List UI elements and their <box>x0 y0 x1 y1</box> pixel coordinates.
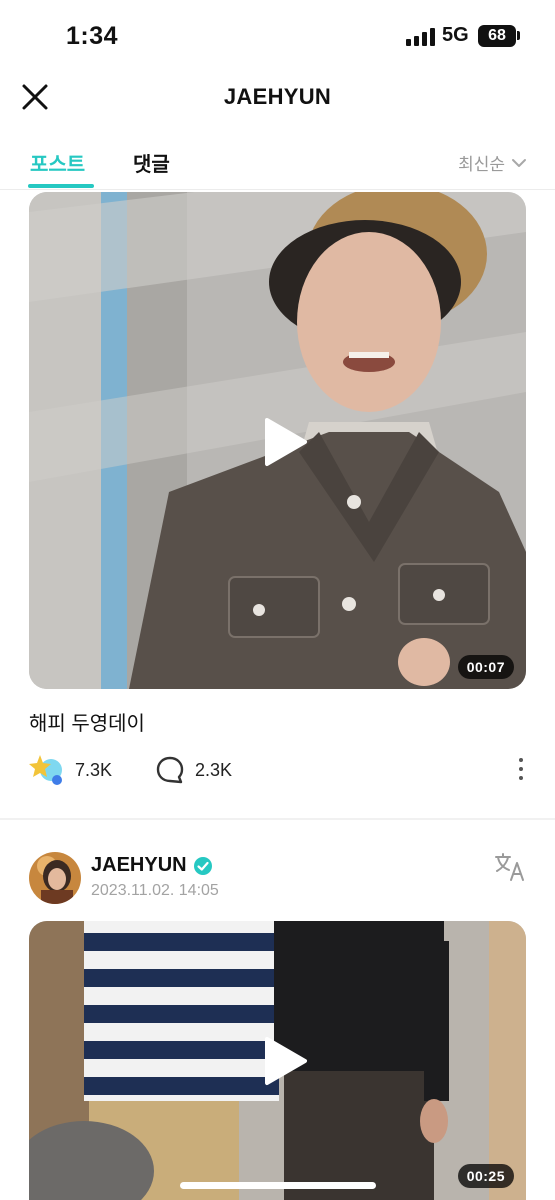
author-name-row[interactable]: JAEHYUN <box>91 854 213 877</box>
battery-icon: 68 <box>478 25 516 47</box>
post-timestamp: 2023.11.02. 14:05 <box>91 882 219 899</box>
tab-active-indicator <box>28 184 94 188</box>
post-actions: 7.3K 2.3K <box>29 752 526 788</box>
video-player[interactable]: 00:07 <box>29 192 526 689</box>
author-name: JAEHYUN <box>91 854 187 876</box>
battery-level: 68 <box>488 27 506 44</box>
video-duration: 00:07 <box>457 655 514 679</box>
comment-button[interactable]: 2.3K <box>155 752 232 788</box>
like-count: 7.3K <box>75 759 113 780</box>
battery-cap <box>517 31 520 40</box>
post-divider <box>0 818 555 820</box>
avatar-image <box>29 852 81 904</box>
verified-icon <box>193 856 212 875</box>
screen: 1:34 5G 68 JAEHYUN 포스트 댓글 최신순 00:07 해피 두… <box>0 0 555 1200</box>
translate-button[interactable] <box>494 852 526 882</box>
home-indicator[interactable] <box>180 1182 376 1189</box>
signal-icon <box>406 28 436 46</box>
comment-count: 2.3K <box>195 759 233 780</box>
sparkle-like-icon <box>29 755 62 785</box>
tab-bar: 포스트 댓글 최신순 <box>0 138 555 190</box>
post-author-row: JAEHYUN 2023.11.02. 14:05 <box>29 852 526 906</box>
page-title: JAEHYUN <box>223 84 332 109</box>
tab-posts[interactable]: 포스트 <box>30 148 85 177</box>
video-player-2[interactable]: 00:25 <box>29 921 526 1200</box>
play-icon-2[interactable] <box>261 1035 309 1087</box>
header: JAEHYUN <box>0 70 555 130</box>
video-duration-2: 00:25 <box>457 1164 514 1188</box>
tab-comments[interactable]: 댓글 <box>133 148 170 177</box>
play-icon[interactable] <box>261 416 309 468</box>
sort-dropdown[interactable]: 최신순 <box>458 150 527 175</box>
like-button[interactable]: 7.3K <box>29 752 112 788</box>
more-options-button[interactable] <box>516 758 526 784</box>
post-caption: 해피 두영데이 <box>29 713 145 735</box>
comment-bubble-icon <box>156 756 184 784</box>
status-bar: 1:34 5G 68 <box>0 0 555 70</box>
avatar[interactable] <box>29 852 81 904</box>
status-time: 1:34 <box>66 22 119 50</box>
sort-label: 최신순 <box>458 155 505 174</box>
translate-icon <box>495 853 524 881</box>
network-label: 5G <box>442 24 469 46</box>
chevron-down-icon <box>512 158 526 167</box>
